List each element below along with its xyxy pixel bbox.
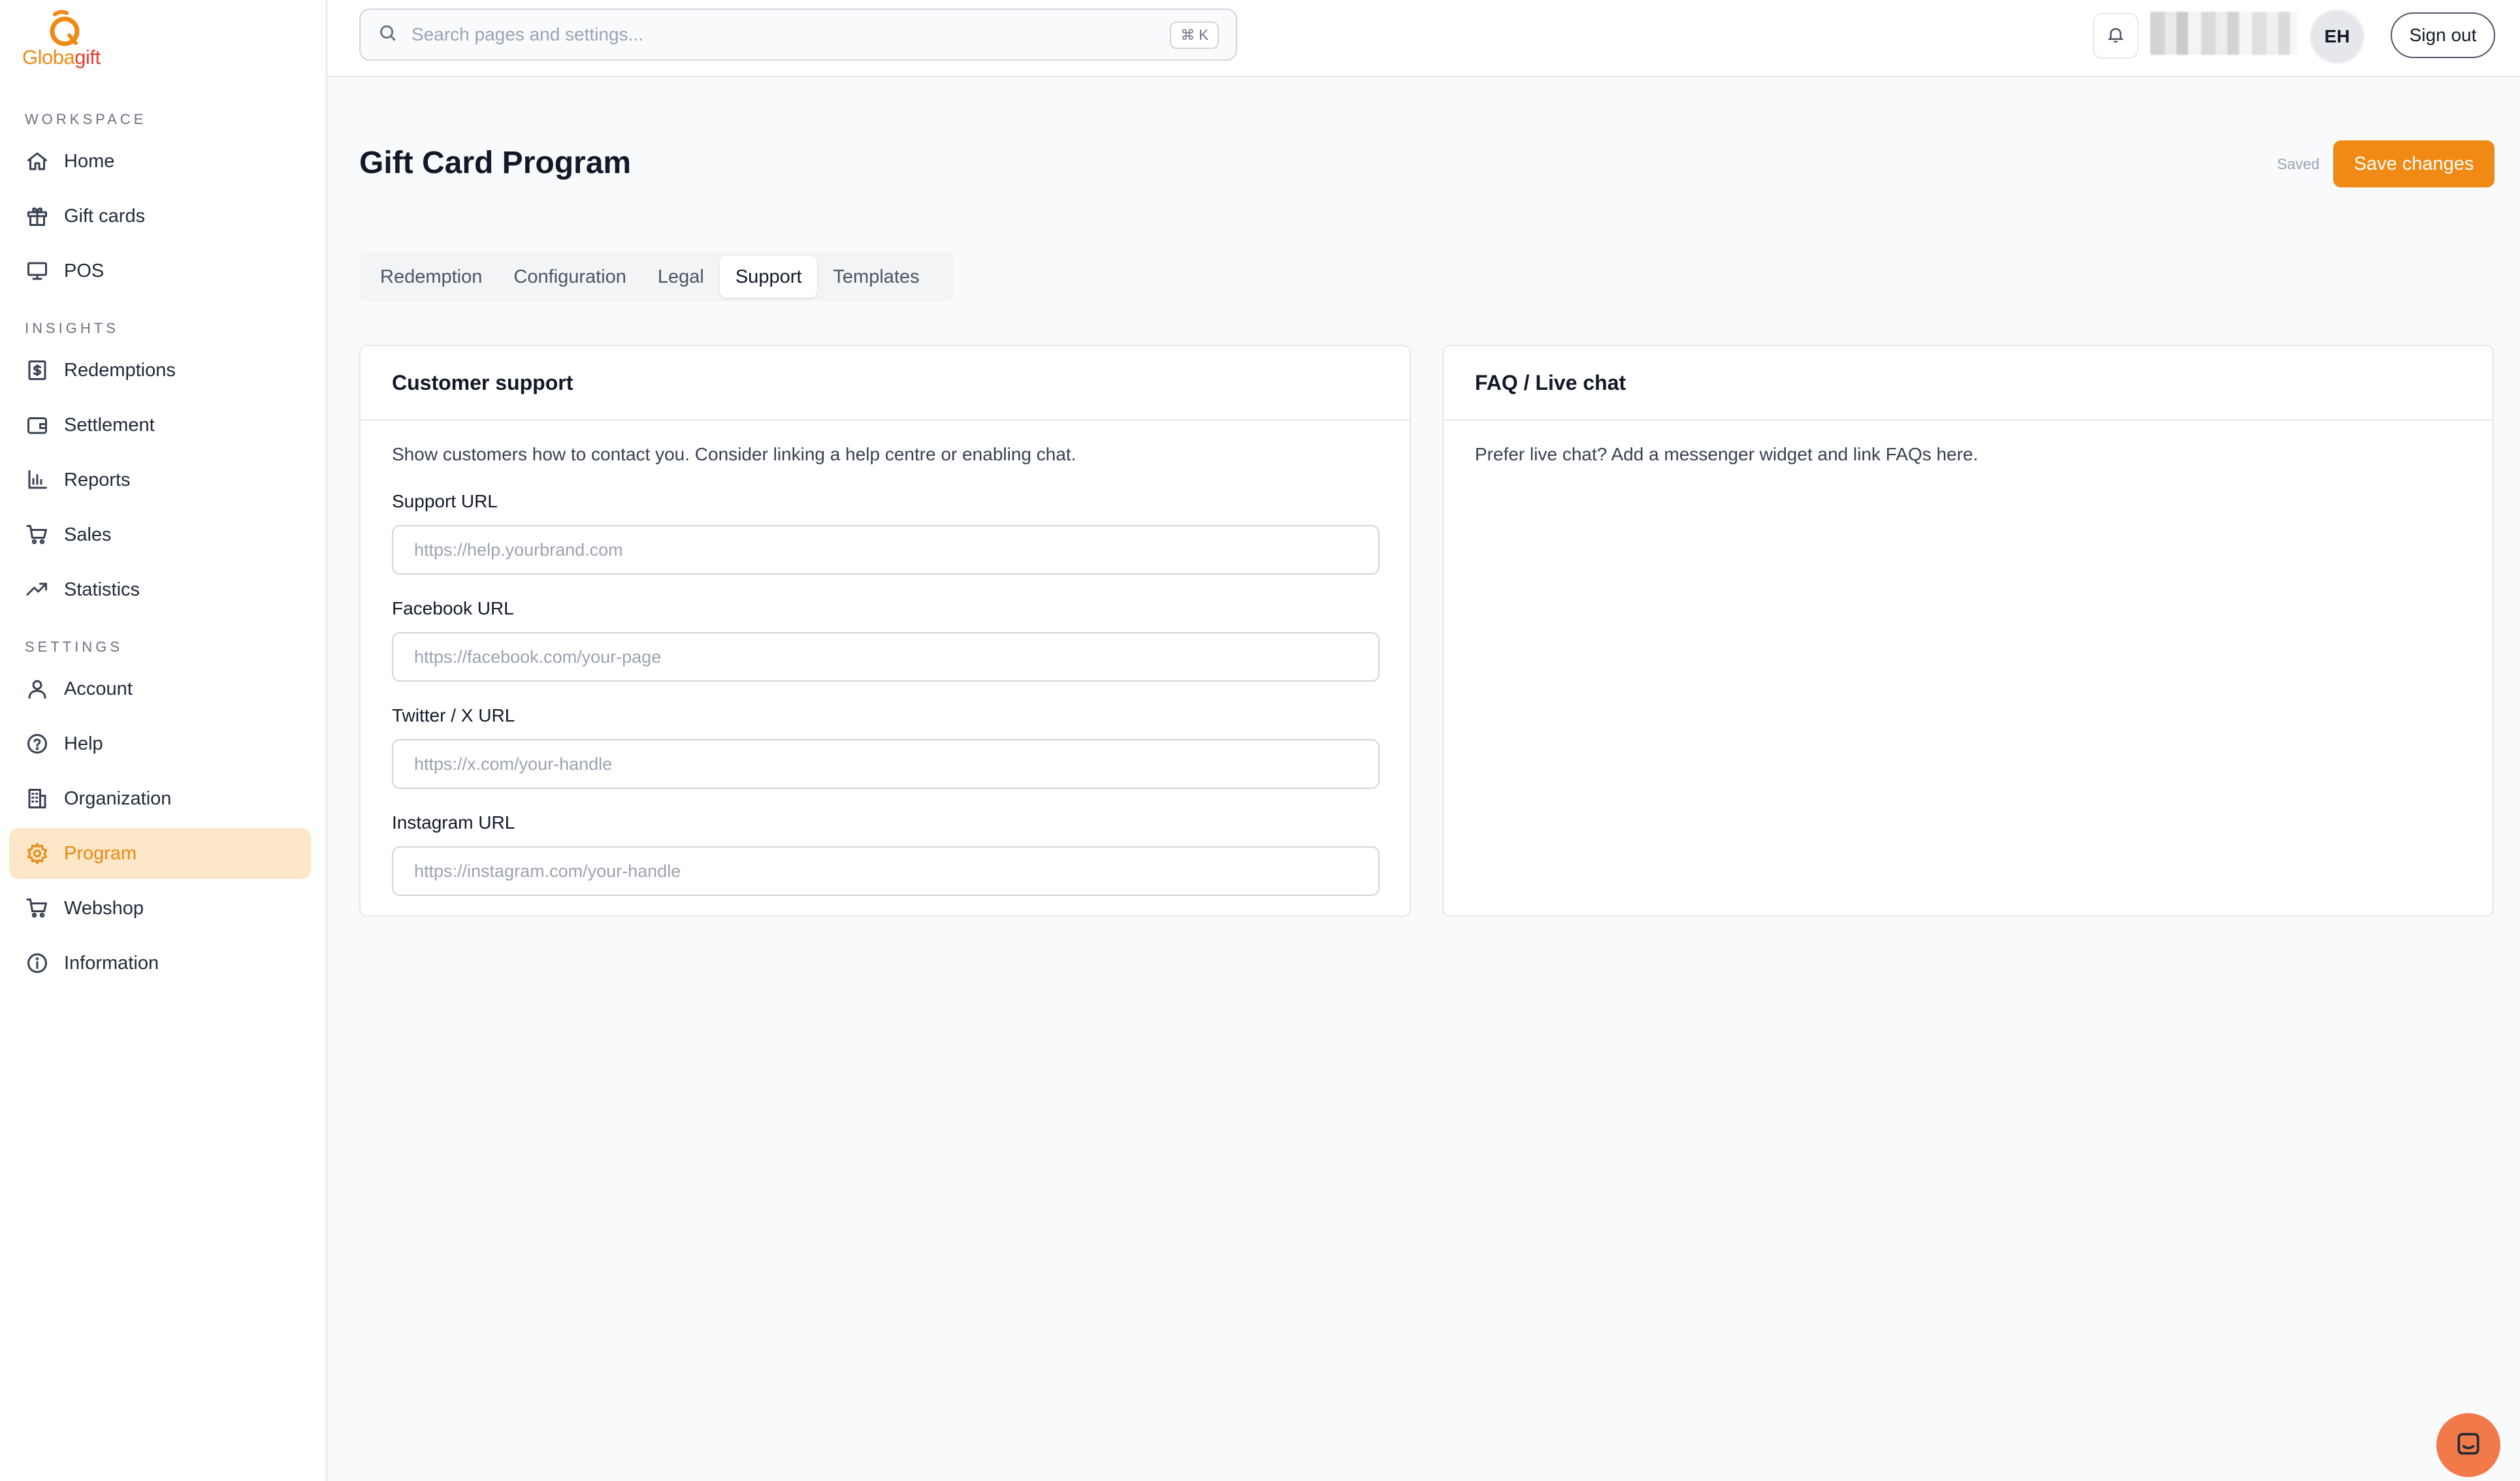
sidebar-item-label: Gift cards (64, 205, 146, 227)
instagram-url-input[interactable] (392, 846, 1380, 896)
home-icon (25, 149, 50, 174)
chat-launcher-button[interactable] (2436, 1413, 2500, 1477)
search-input[interactable]: Search pages and settings... ⌘ K (359, 8, 1237, 61)
card-description: Prefer live chat? Add a messenger widget… (1475, 444, 1979, 464)
user-icon (25, 677, 50, 701)
help-circle-icon (25, 731, 50, 756)
bar-chart-icon (25, 468, 50, 492)
cart-icon (25, 522, 50, 547)
twitter-url-label: Twitter / X URL (392, 705, 515, 725)
sidebar-item-gift-cards[interactable]: Gift cards (9, 191, 311, 242)
facebook-url-input[interactable] (392, 632, 1380, 682)
section-label-workspace: WORKSPACE (25, 111, 147, 127)
sign-out-button[interactable]: Sign out (2391, 12, 2495, 58)
customer-support-card: Customer support Show customers how to c… (359, 345, 1411, 917)
sidebar-item-label: Statistics (64, 579, 140, 600)
tab-configuration[interactable]: Configuration (498, 256, 642, 298)
section-label-insights: INSIGHTS (25, 320, 119, 336)
save-status: Saved (2277, 155, 2320, 172)
user-name-redacted (2150, 12, 2298, 55)
brand-wordmark: Globagift (22, 46, 101, 69)
sidebar-item-settlement[interactable]: Settlement (9, 400, 311, 451)
sidebar-item-reports[interactable]: Reports (9, 454, 311, 505)
wallet-icon (25, 413, 50, 438)
card-title: Customer support (361, 346, 1410, 421)
faq-live-chat-card: FAQ / Live chat Prefer live chat? Add a … (1442, 345, 2494, 917)
avatar[interactable]: EH (2310, 9, 2365, 64)
search-placeholder: Search pages and settings... (412, 24, 643, 44)
sidebar-item-help[interactable]: Help (9, 718, 311, 769)
support-url-input[interactable] (392, 525, 1380, 575)
search-shortcut: ⌘ K (1170, 22, 1219, 49)
facebook-url-label: Facebook URL (392, 598, 514, 618)
twitter-url-input[interactable] (392, 739, 1380, 789)
sidebar-item-label: Webshop (64, 897, 144, 919)
page-title: Gift Card Program (359, 146, 632, 180)
trend-icon (25, 577, 50, 602)
sidebar-item-program[interactable]: Program (9, 828, 311, 879)
sidebar-item-label: Settlement (64, 414, 155, 436)
cart-icon (25, 896, 50, 921)
search-icon (378, 23, 398, 47)
sidebar-item-information[interactable]: Information (9, 938, 311, 989)
section-label-settings: SETTINGS (25, 639, 123, 655)
sidebar-item-label: Information (64, 952, 159, 974)
sidebar: Globagift WORKSPACE Home Gift cards POS … (0, 0, 327, 1481)
receipt-icon (25, 358, 50, 383)
support-url-label: Support URL (392, 491, 498, 511)
gift-icon (25, 204, 50, 229)
chat-icon (2454, 1429, 2483, 1461)
sidebar-item-label: Help (64, 733, 103, 754)
sidebar-item-webshop[interactable]: Webshop (9, 883, 311, 934)
tab-legal[interactable]: Legal (642, 256, 720, 298)
sidebar-item-label: Organization (64, 788, 172, 809)
sidebar-item-account[interactable]: Account (9, 663, 311, 714)
sidebar-item-statistics[interactable]: Statistics (9, 564, 311, 615)
sidebar-item-pos[interactable]: POS (9, 246, 311, 296)
sidebar-item-label: Account (64, 678, 133, 699)
topbar: Search pages and settings... ⌘ K EH Sign… (328, 0, 2520, 77)
tab-redemption[interactable]: Redemption (364, 256, 498, 298)
sidebar-item-label: Redemptions (64, 359, 176, 381)
save-changes-button[interactable]: Save changes (2333, 140, 2495, 187)
sidebar-item-label: Home (64, 150, 115, 172)
gear-icon (25, 841, 50, 866)
card-title: FAQ / Live chat (1444, 346, 2493, 421)
tab-support[interactable]: Support (719, 256, 818, 298)
sidebar-item-label: Sales (64, 524, 112, 545)
instagram-url-label: Instagram URL (392, 812, 515, 833)
tab-templates[interactable]: Templates (817, 256, 935, 298)
sidebar-item-redemptions[interactable]: Redemptions (9, 345, 311, 396)
building-icon (25, 786, 50, 811)
sidebar-item-organization[interactable]: Organization (9, 773, 311, 824)
card-description: Show customers how to contact you. Consi… (392, 444, 1076, 464)
sidebar-item-label: POS (64, 260, 105, 281)
bell-icon (2106, 25, 2125, 48)
program-tabs: Redemption Configuration Legal Support T… (359, 252, 954, 302)
sidebar-item-sales[interactable]: Sales (9, 509, 311, 560)
sidebar-item-label: Reports (64, 469, 131, 490)
notifications-button[interactable] (2093, 13, 2139, 59)
sidebar-item-label: Program (64, 842, 137, 864)
monitor-icon (25, 259, 50, 283)
info-icon (25, 951, 50, 976)
sidebar-item-home[interactable]: Home (9, 136, 311, 187)
